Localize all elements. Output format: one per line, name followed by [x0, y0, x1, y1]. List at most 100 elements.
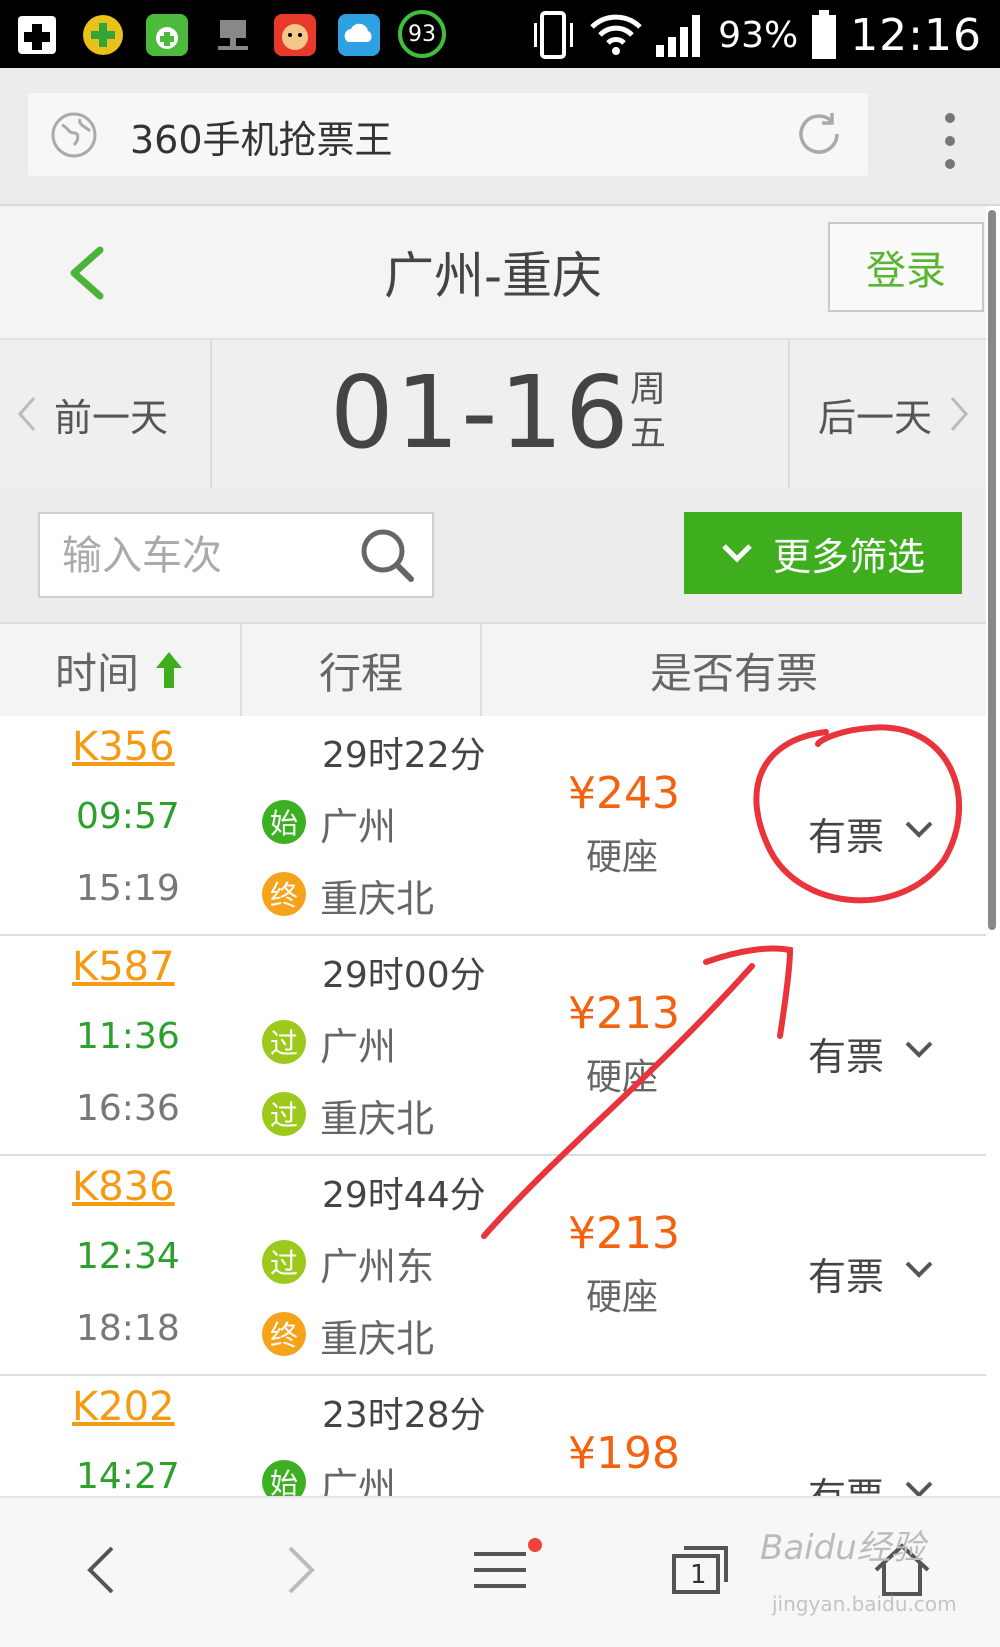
address-bar[interactable]: 360手机抢票王: [28, 93, 868, 176]
time-column-label: 时间: [54, 648, 139, 698]
origin-station: 广州: [320, 1025, 397, 1069]
page-url-title: 360手机抢票王: [130, 118, 393, 162]
chevron-right-icon: [950, 397, 968, 431]
arrival-time: 16:36: [76, 1088, 180, 1129]
weekday: 周 五: [630, 368, 670, 456]
train-row[interactable]: K202 23时28分 14:27 始 广州 ¥198 有票: [0, 1376, 986, 1496]
more-filter-label: 更多筛选: [772, 534, 925, 579]
next-day-label: 后一天: [817, 395, 932, 440]
ticket-price: ¥243: [568, 768, 680, 819]
weekday-line-1: 周: [630, 369, 667, 410]
selected-date[interactable]: 01-16: [330, 354, 631, 471]
watermark-logo: Baidu经验: [760, 1528, 925, 1568]
signal-icon: [656, 15, 701, 57]
browser-forward-icon[interactable]: [268, 1538, 332, 1602]
expand-chevron-icon[interactable]: [904, 1480, 934, 1496]
availability-column-label: 是否有票: [649, 648, 818, 698]
sort-up-arrow-icon: [156, 652, 182, 688]
more-filter-button[interactable]: 更多筛选: [684, 512, 962, 594]
ticket-price: ¥213: [568, 988, 680, 1039]
train-number-link[interactable]: K356: [72, 724, 175, 770]
origin-badge: 始: [262, 1460, 306, 1496]
clean-app-icon: [146, 14, 188, 56]
destination-station: 重庆北: [320, 1097, 435, 1141]
watermark-url: jingyan.baidu.com: [772, 1592, 957, 1616]
departure-time: 09:57: [76, 796, 180, 837]
ticket-availability[interactable]: 有票: [808, 1246, 884, 1301]
destination-station: 重庆北: [320, 877, 435, 921]
wifi-icon: [590, 14, 642, 55]
battery-percent: 93%: [718, 14, 799, 56]
browser-back-icon[interactable]: [70, 1538, 134, 1602]
departure-time: 12:34: [76, 1236, 180, 1277]
notification-dot: [528, 1538, 542, 1552]
date-selector: 前一天 01-16 周 五 后一天: [0, 338, 986, 490]
train-row[interactable]: K356 29时22分 09:57 始 广州 15:19 终 重庆北 ¥243 …: [0, 716, 986, 936]
weekday-line-2: 五: [630, 413, 667, 454]
destination-station: 重庆北: [320, 1317, 435, 1361]
reload-icon[interactable]: [794, 109, 844, 159]
origin-badge: 过: [262, 1240, 306, 1284]
page-header: 广州-重庆 登录: [0, 206, 986, 338]
tab-count: 1: [690, 1560, 707, 1590]
filter-bar: 更多筛选: [0, 488, 986, 622]
destination-badge: 终: [262, 872, 306, 916]
chevron-left-icon: [18, 397, 36, 431]
vibrate-icon: [534, 11, 574, 59]
seat-type: 硬座: [586, 1057, 659, 1098]
departure-time: 14:27: [76, 1456, 180, 1496]
status-bar: 93 93% 12:16: [0, 0, 1000, 68]
security-app-icon: [83, 15, 123, 55]
route-column-label: 行程: [318, 648, 403, 698]
train-row[interactable]: K836 29时44分 12:34 过 广州东 18:18 终 重庆北 ¥213…: [0, 1156, 986, 1376]
origin-station: 广州: [320, 805, 397, 849]
globe-icon: [51, 112, 97, 158]
browser-bottom-bar: 1: [0, 1496, 1000, 1647]
origin-station: 广州: [320, 1465, 397, 1496]
sort-by-route[interactable]: 行程: [242, 624, 482, 716]
scrollbar[interactable]: [988, 210, 996, 930]
origin-badge: 始: [262, 800, 306, 844]
overflow-menu-icon[interactable]: [942, 110, 958, 172]
chevron-down-icon: [722, 544, 752, 563]
next-day-button[interactable]: 后一天: [788, 340, 986, 488]
seat-type: 硬座: [586, 1277, 659, 1318]
cloud-app-icon: [338, 14, 380, 56]
origin-badge: 过: [262, 1020, 306, 1064]
ticket-availability[interactable]: 有票: [808, 1026, 884, 1081]
sort-by-time[interactable]: 时间: [0, 624, 242, 716]
ticket-price: ¥198: [568, 1428, 680, 1479]
hamburger-menu-icon[interactable]: [468, 1538, 532, 1602]
sort-by-availability[interactable]: 是否有票: [482, 624, 986, 716]
travel-duration: 29时22分: [322, 735, 486, 776]
origin-station: 广州东: [320, 1245, 435, 1289]
ticket-price: ¥213: [568, 1208, 680, 1259]
train-search-input[interactable]: [60, 528, 364, 584]
seat-type: 硬座: [586, 837, 659, 878]
train-search-box[interactable]: [38, 512, 434, 598]
destination-badge: 终: [262, 1312, 306, 1356]
train-number-link[interactable]: K202: [72, 1384, 175, 1430]
travel-duration: 29时44分: [322, 1175, 486, 1216]
login-button[interactable]: 登录: [828, 222, 984, 312]
ticket-availability[interactable]: 有票: [808, 806, 884, 861]
train-row[interactable]: K587 29时00分 11:36 过 广州 16:36 过 重庆北 ¥213 …: [0, 936, 986, 1156]
prev-day-button[interactable]: 前一天: [0, 340, 212, 488]
train-number-link[interactable]: K836: [72, 1164, 175, 1210]
train-number-link[interactable]: K587: [72, 944, 175, 990]
departure-time: 11:36: [76, 1016, 180, 1057]
arrival-time: 18:18: [76, 1308, 180, 1349]
train-list: K356 29时22分 09:57 始 广州 15:19 终 重庆北 ¥243 …: [0, 716, 986, 1496]
expand-chevron-icon[interactable]: [904, 1040, 934, 1060]
destination-badge: 过: [262, 1092, 306, 1136]
arrival-time: 15:19: [76, 868, 180, 909]
clock: 12:16: [850, 9, 982, 61]
memory-badge: 93: [398, 10, 446, 58]
expand-chevron-icon[interactable]: [904, 820, 934, 840]
list-header: 时间 行程 是否有票: [0, 622, 986, 718]
network-app-icon: [218, 20, 248, 50]
expand-chevron-icon[interactable]: [904, 1260, 934, 1280]
prev-day-label: 前一天: [54, 395, 169, 440]
search-icon[interactable]: [358, 526, 416, 584]
ticket-availability[interactable]: 有票: [808, 1466, 884, 1496]
